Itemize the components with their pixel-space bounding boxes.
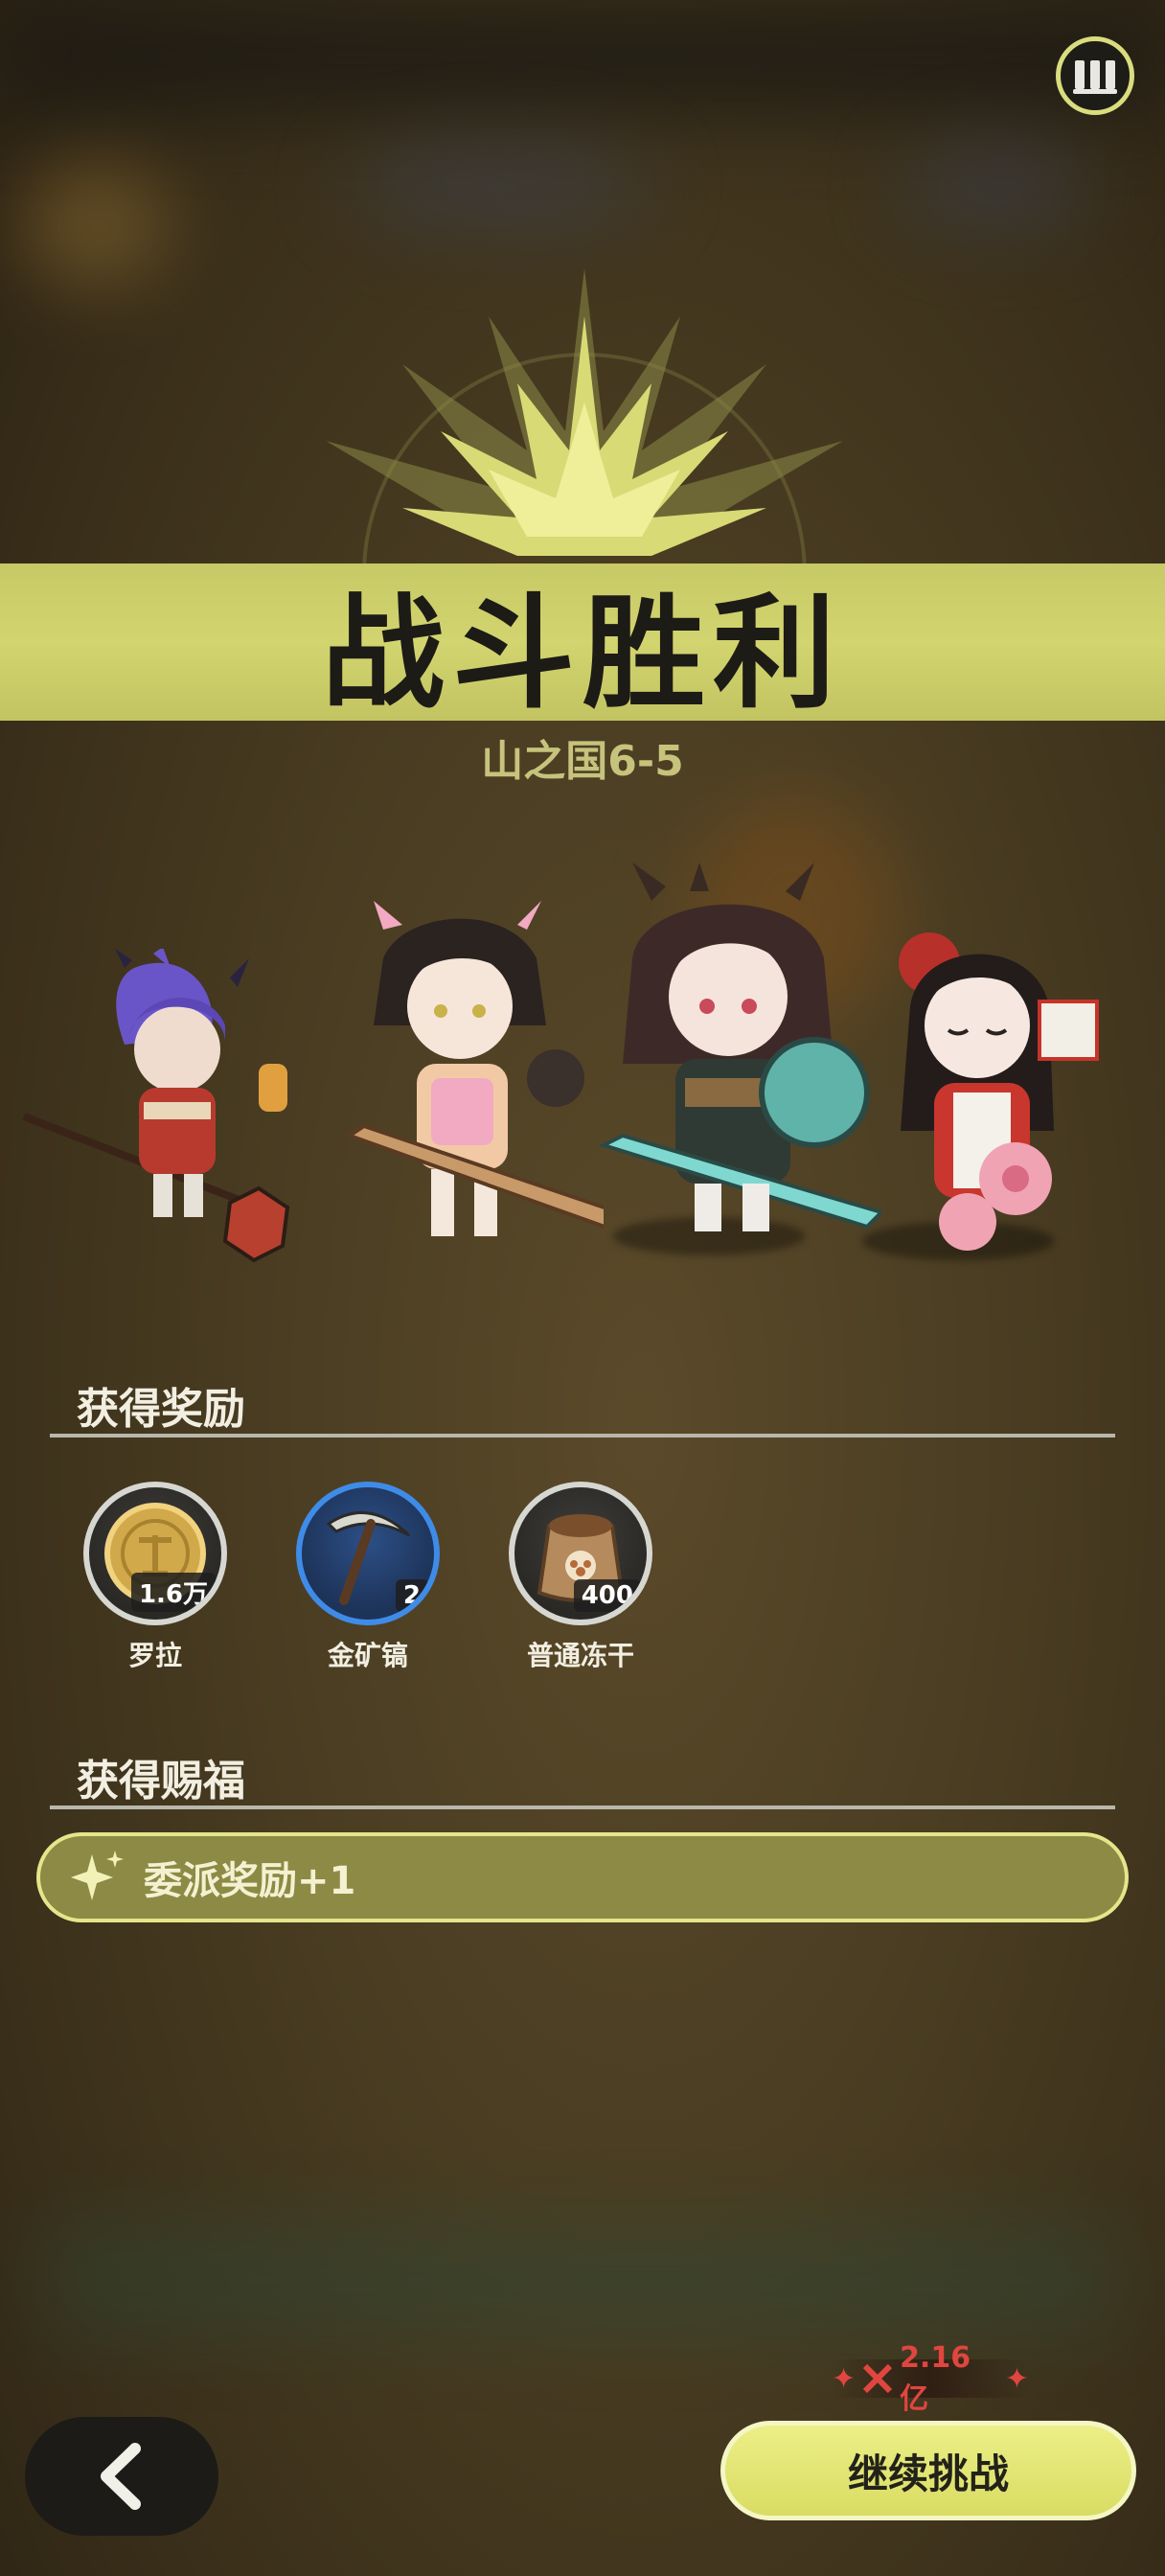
menu-button[interactable] bbox=[1056, 36, 1134, 115]
reward-quantity: 2 bbox=[395, 1579, 428, 1612]
victory-emblem bbox=[326, 268, 843, 604]
continue-challenge-button[interactable]: 继续挑战 bbox=[720, 2421, 1136, 2520]
blurred-background bbox=[38, 2223, 1121, 2338]
blessing-commission-reward: 委派奖励+1 bbox=[36, 1832, 1129, 1922]
combat-power-value: 2.16亿 bbox=[900, 2340, 971, 2416]
reward-icon-frame: 1.6万 bbox=[83, 1482, 227, 1625]
blurred-background bbox=[19, 163, 172, 288]
victory-banner: 战斗胜利 bbox=[0, 564, 1165, 725]
reward-name: 金矿镐 bbox=[327, 1640, 408, 1671]
sparkle-icon bbox=[71, 1851, 124, 1900]
blessings-section-title: 获得赐福 bbox=[77, 1757, 245, 1806]
crossed-swords-icon bbox=[863, 2363, 893, 2394]
blessing-text: 委派奖励+1 bbox=[144, 1859, 356, 1903]
reward-name: 罗拉 bbox=[127, 1640, 182, 1671]
reward-quantity: 1.6万 bbox=[130, 1573, 216, 1612]
reward-quantity: 400 bbox=[573, 1579, 641, 1612]
combat-power: ✦ 2.16亿 ✦ bbox=[832, 2341, 1029, 2416]
blurred-top-bar bbox=[0, 0, 1165, 115]
blessings-divider bbox=[50, 1806, 1115, 1809]
hero-sword-girl bbox=[345, 901, 604, 1236]
books-icon bbox=[1073, 60, 1117, 94]
hero-antlered-swordsman bbox=[598, 862, 881, 1231]
back-button[interactable] bbox=[25, 2417, 218, 2536]
reward-item-gold-pickaxe[interactable]: 2 金矿镐 bbox=[291, 1482, 445, 1673]
reward-name: 普通冻干 bbox=[526, 1640, 634, 1671]
reward-icon-frame: 2 bbox=[296, 1482, 440, 1625]
star-icon: ✦ bbox=[832, 2361, 857, 2396]
blurred-background bbox=[901, 144, 1092, 230]
star-icon: ✦ bbox=[1004, 2361, 1029, 2396]
reward-item-freeze-dried-food[interactable]: 400 普通冻干 bbox=[504, 1482, 657, 1673]
reward-icon-frame: 400 bbox=[509, 1482, 652, 1625]
hero-rose-shrine-maiden bbox=[899, 932, 1099, 1251]
reward-item-lora[interactable]: 1.6万 罗拉 bbox=[79, 1482, 232, 1673]
hero-purple-hair-spearman bbox=[22, 949, 290, 1263]
rewards-divider bbox=[50, 1434, 1115, 1438]
stage-label: 山之国6-5 bbox=[481, 737, 684, 786]
chevron-left-icon bbox=[101, 2443, 141, 2510]
blurred-background bbox=[345, 144, 651, 230]
victory-title: 战斗胜利 bbox=[321, 582, 843, 725]
rewards-section-title: 获得奖励 bbox=[77, 1385, 245, 1434]
